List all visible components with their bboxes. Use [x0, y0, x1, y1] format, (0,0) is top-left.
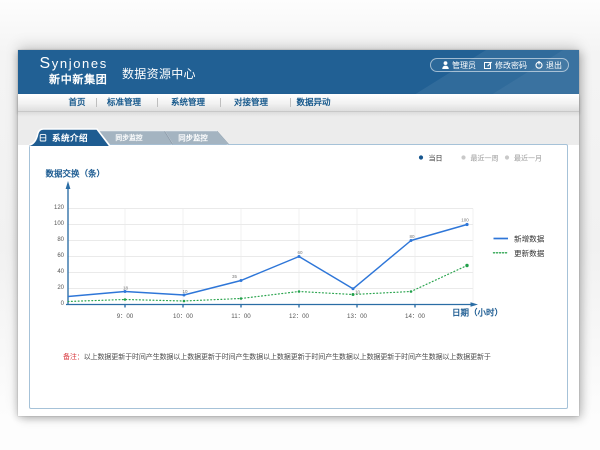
svg-text:20: 20	[57, 285, 64, 291]
svg-text:同步监控: 同步监控	[115, 133, 142, 142]
svg-text:最近一周: 最近一周	[471, 153, 499, 162]
svg-text:10: 10	[182, 289, 188, 294]
svg-text:新增数据: 新增数据	[514, 234, 545, 244]
svg-text:更新数据: 更新数据	[514, 248, 545, 258]
svg-text:12：00: 12：00	[289, 313, 310, 320]
svg-text:40: 40	[57, 269, 64, 275]
svg-text:80: 80	[57, 237, 64, 243]
svg-text:120: 120	[54, 205, 65, 211]
svg-text:18: 18	[123, 286, 129, 291]
svg-text:80: 80	[409, 234, 415, 239]
svg-text:11：00: 11：00	[231, 313, 251, 320]
svg-text:系统介绍: 系统介绍	[52, 132, 88, 143]
svg-text:14：00: 14：00	[405, 313, 426, 320]
svg-text:10: 10	[355, 290, 361, 295]
svg-text:35: 35	[232, 274, 238, 279]
svg-text:60: 60	[297, 250, 303, 255]
svg-text:60: 60	[57, 253, 64, 259]
svg-text:同步监控: 同步监控	[178, 134, 208, 143]
svg-text:9：00: 9：00	[117, 313, 134, 320]
svg-text:最近一月: 最近一月	[514, 153, 542, 162]
svg-text:10：00: 10：00	[173, 313, 194, 320]
svg-text:13：00: 13：00	[347, 313, 368, 320]
svg-text:当日: 当日	[429, 153, 443, 162]
svg-text:100: 100	[54, 221, 65, 227]
svg-text:数据交换（条）: 数据交换（条）	[46, 169, 106, 179]
svg-text:100: 100	[461, 218, 469, 223]
svg-text:0: 0	[61, 301, 65, 307]
svg-text:日期（小时）: 日期（小时）	[452, 308, 503, 318]
